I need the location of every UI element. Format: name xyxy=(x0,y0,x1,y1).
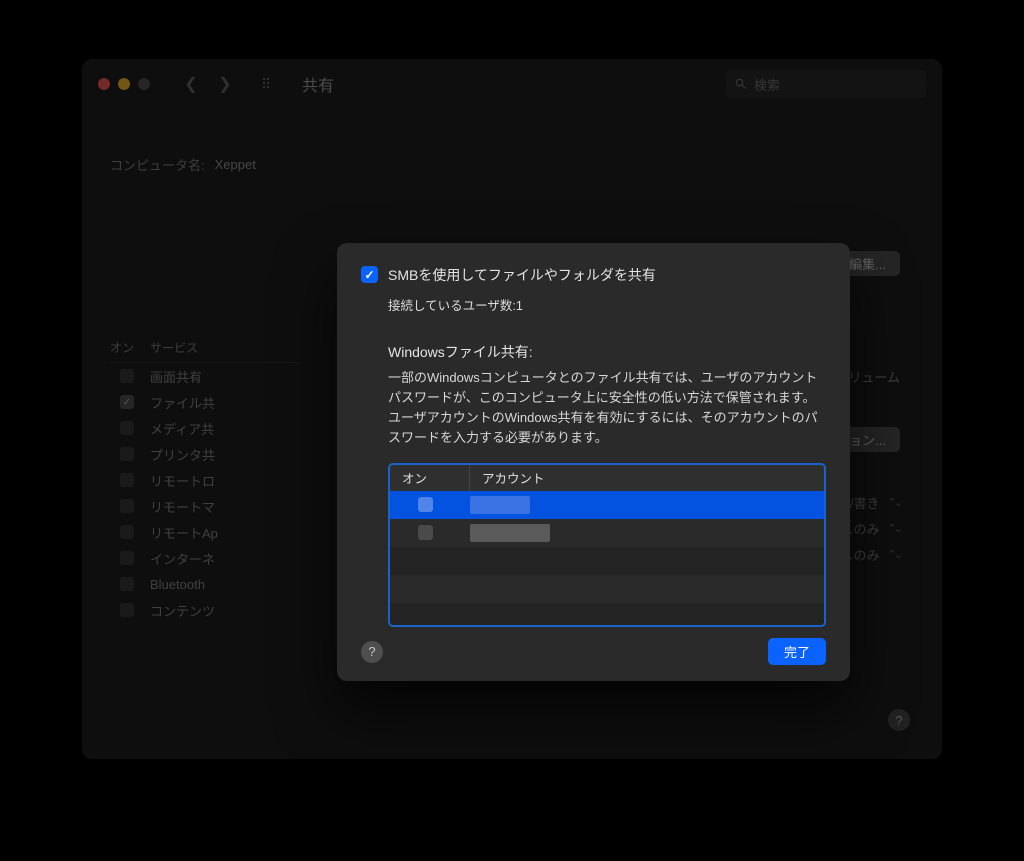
accounts-col-account: アカウント xyxy=(470,465,824,491)
smb-options-sheet: SMBを使用してファイルやフォルダを共有 接続しているユーザ数:1 Window… xyxy=(337,243,850,681)
winshare-description: 一部のWindowsコンピュータとのファイル共有では、ユーザのアカウントパスワー… xyxy=(388,368,826,449)
table-row[interactable] xyxy=(390,519,824,547)
accounts-col-on: オン xyxy=(390,465,470,491)
done-button[interactable]: 完了 xyxy=(768,638,826,665)
table-row xyxy=(390,575,824,603)
table-row xyxy=(390,603,824,627)
sharing-prefpane-window: ❮ ❯ ⠿ 共有 検索 コンピュータ名: Xeppet 編集... オン サービ… xyxy=(82,59,942,759)
connected-users: 接続しているユーザ数:1 xyxy=(388,295,826,314)
winshare-heading: Windowsファイル共有: xyxy=(388,342,826,362)
smb-enable-label: SMBを使用してファイルやフォルダを共有 xyxy=(388,265,656,285)
help-icon[interactable]: ? xyxy=(361,641,383,663)
smb-enable-checkbox[interactable] xyxy=(361,266,378,283)
table-row xyxy=(390,547,824,575)
accounts-table[interactable]: オン アカウント xyxy=(388,463,826,627)
table-row[interactable] xyxy=(390,491,824,519)
